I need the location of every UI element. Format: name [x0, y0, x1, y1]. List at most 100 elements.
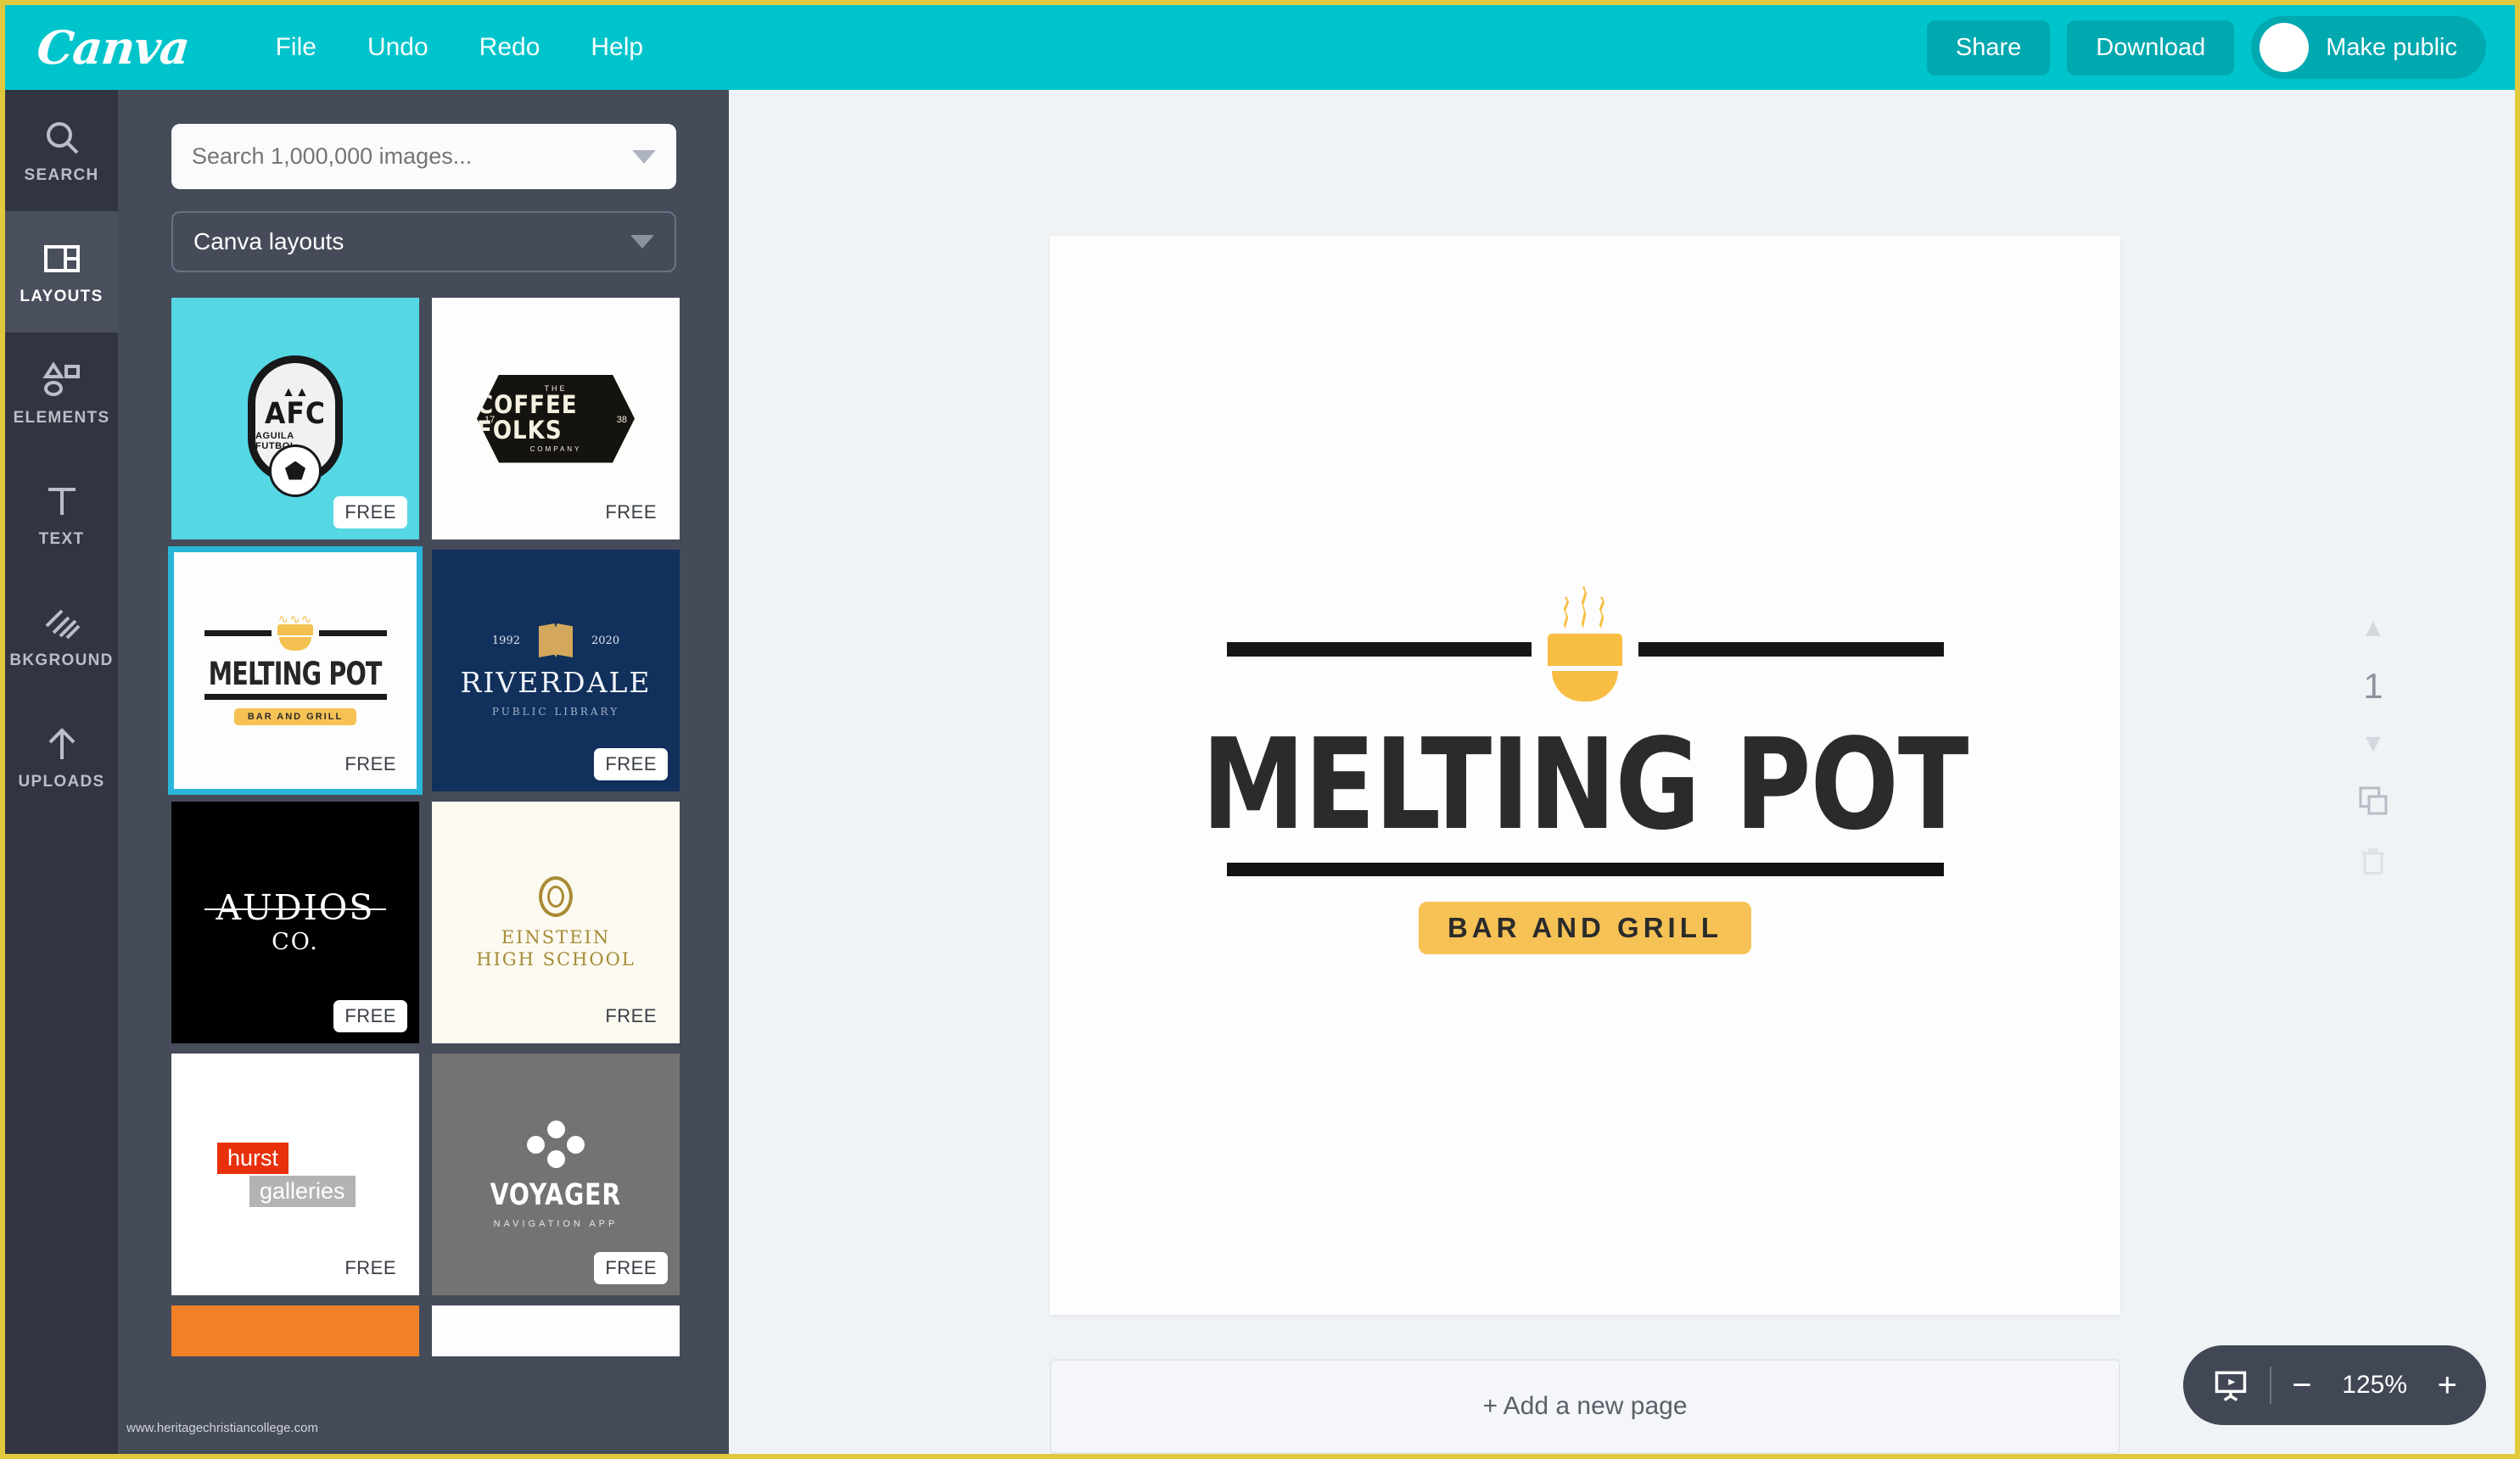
- logo-bar-left: [1226, 641, 1532, 657]
- sidebar-item-elements[interactable]: ELEMENTS: [5, 333, 118, 454]
- melting-pot-tagline: BAR AND GRILL: [233, 708, 357, 726]
- riverdale-top-row: 1992 2020: [492, 623, 619, 657]
- free-badge: FREE: [605, 501, 657, 523]
- hurst-subtitle: galleries: [249, 1175, 356, 1207]
- melting-pot-logo[interactable]: MELTING POT BAR AND GRILL: [1050, 586, 2120, 954]
- book-icon: [539, 623, 573, 657]
- template-thumb-voyager[interactable]: VOYAGER NAVIGATION APP FREE: [432, 1054, 680, 1295]
- sidebar-item-uploads-label: UPLOADS: [18, 772, 105, 791]
- make-public-toggle-knob[interactable]: [2260, 23, 2310, 72]
- sidebar-item-background[interactable]: BKGROUND: [5, 575, 118, 696]
- sidebar-item-background-label: BKGROUND: [9, 651, 114, 669]
- free-badge: FREE: [605, 1005, 657, 1026]
- zoom-controls: − 125% +: [2183, 1345, 2486, 1425]
- search-box[interactable]: [171, 124, 676, 189]
- zoom-in-button[interactable]: +: [2438, 1368, 2457, 1402]
- duplicate-icon[interactable]: [2356, 784, 2390, 818]
- coffee-title: COFFEE FOLKS: [477, 390, 578, 444]
- template-preview: [171, 1305, 419, 1356]
- template-thumb-riverdale[interactable]: 1992 2020 RIVERDALE PUBLIC LIBRARY FREE: [432, 550, 680, 791]
- present-icon[interactable]: [2212, 1367, 2249, 1404]
- audios-subtitle: CO.: [272, 928, 319, 955]
- add-new-page-button[interactable]: + Add a new page: [1050, 1359, 2120, 1454]
- logo-rule: [204, 694, 387, 701]
- einstein-subtitle: HIGH SCHOOL: [476, 948, 636, 970]
- background-icon: [45, 609, 80, 639]
- hurst-title: hurst: [217, 1142, 289, 1174]
- layouts-icon: [43, 244, 80, 272]
- menu-item-file[interactable]: File: [272, 28, 320, 67]
- layout-category-select[interactable]: Canva layouts: [171, 211, 676, 272]
- sidebar-item-search[interactable]: SEARCH: [5, 90, 118, 211]
- voyager-subtitle: NAVIGATION APP: [493, 1218, 619, 1229]
- download-button[interactable]: Download: [2067, 20, 2235, 75]
- logo-title[interactable]: MELTING POT: [1201, 722, 1968, 847]
- template-thumb-hurst-galleries[interactable]: hurst galleries FREE: [171, 1054, 419, 1295]
- compass-dots-icon: [527, 1120, 585, 1168]
- canvas-area: MELTING POT BAR AND GRILL ▲ 1 ▼ + Add a …: [729, 90, 2515, 1454]
- left-icon-rail: SEARCH LAYOUTS ELEMENTS TEXT BKGROUND UP…: [5, 90, 118, 1454]
- template-preview: [432, 1305, 680, 1356]
- trash-icon[interactable]: [2356, 845, 2390, 879]
- template-thumb-afc[interactable]: ▲▲ AFC AGUILA FUTBOL FREE: [171, 298, 419, 539]
- afc-crest-icon: ▲▲ AFC AGUILA FUTBOL: [248, 355, 343, 497]
- chevron-up-icon[interactable]: ▲: [2360, 616, 2386, 641]
- page-tools: ▲ 1 ▼: [2344, 616, 2403, 879]
- menu-item-undo[interactable]: Undo: [364, 28, 432, 67]
- riverdale-subtitle: PUBLIC LIBRARY: [491, 706, 620, 718]
- bowl-bottom: [1552, 671, 1618, 702]
- layouts-panel: Canva layouts ▲▲ AFC AGUILA FUTBOL FREE …: [118, 90, 729, 1454]
- design-page[interactable]: MELTING POT BAR AND GRILL: [1050, 236, 2120, 1315]
- logo-tagline[interactable]: BAR AND GRILL: [1418, 902, 1752, 954]
- free-badge: FREE: [344, 1257, 396, 1278]
- pot-icon: ∿∿∿: [275, 612, 316, 651]
- template-thumb-orange[interactable]: [171, 1305, 419, 1356]
- zoom-level: 125%: [2342, 1371, 2407, 1399]
- menu-item-redo[interactable]: Redo: [476, 28, 544, 67]
- menu-item-help[interactable]: Help: [587, 28, 647, 67]
- template-thumb-audios[interactable]: AUDIOS CO. FREE: [171, 802, 419, 1043]
- melting-pot-top-row: ∿∿∿: [204, 612, 387, 651]
- soccer-ball-icon: [269, 444, 322, 497]
- coffee-year-right: 38: [616, 415, 627, 426]
- sidebar-item-text-label: TEXT: [38, 529, 85, 548]
- free-badge: FREE: [333, 1000, 407, 1032]
- steam-icon: ∿∿∿: [277, 612, 313, 627]
- header-actions: Share Download Make public: [1926, 16, 2486, 79]
- chevron-down-icon[interactable]: ▼: [2360, 731, 2386, 757]
- sidebar-item-layouts[interactable]: LAYOUTS: [5, 211, 118, 333]
- voyager-title: VOYAGER: [490, 1177, 622, 1212]
- layout-category-label: Canva layouts: [193, 228, 344, 254]
- bowl-bottom: [279, 637, 311, 651]
- template-thumb-blank[interactable]: [432, 1305, 680, 1356]
- afc-title: AFC: [265, 396, 326, 431]
- laurel-crest-icon: [539, 875, 573, 917]
- steam-icon: [1563, 586, 1608, 629]
- sidebar-item-search-label: SEARCH: [24, 165, 99, 184]
- coffee-subtitle: COMPANY: [529, 444, 582, 453]
- search-input[interactable]: [192, 143, 632, 170]
- audios-title: AUDIOS: [204, 886, 387, 928]
- chevron-down-icon[interactable]: [632, 149, 656, 164]
- riverdale-year-right: 2020: [591, 634, 620, 647]
- make-public-label: Make public: [2326, 33, 2457, 61]
- sidebar-item-text[interactable]: TEXT: [5, 454, 118, 575]
- watermark-text: www.heritagechristiancollege.com: [126, 1421, 318, 1435]
- riverdale-title: RIVERDALE: [460, 666, 652, 699]
- template-thumb-einstein[interactable]: EINSTEIN HIGH SCHOOL FREE: [432, 802, 680, 1043]
- riverdale-year-left: 1992: [491, 634, 520, 647]
- bowl-top: [277, 624, 313, 636]
- sidebar-item-uploads[interactable]: UPLOADS: [5, 696, 118, 818]
- template-thumb-coffee-folks[interactable]: 17 38 THE COFFEE FOLKS COMPANY FREE: [432, 298, 680, 539]
- make-public-toggle-group[interactable]: Make public: [2251, 16, 2486, 79]
- zoom-out-button[interactable]: −: [2292, 1368, 2311, 1402]
- template-thumb-melting-pot[interactable]: ∿∿∿ MELTING POT BAR AND GRILL FREE: [168, 546, 423, 795]
- logo-bar-left: [204, 630, 272, 636]
- melting-pot-title: MELTING POT: [208, 656, 383, 693]
- chevron-down-icon[interactable]: [630, 235, 654, 249]
- einstein-title: EINSTEIN: [501, 926, 611, 948]
- canva-logo[interactable]: Canva: [35, 20, 192, 75]
- logo-bar-right: [319, 630, 387, 636]
- free-badge: FREE: [594, 1252, 668, 1284]
- share-button[interactable]: Share: [1926, 20, 2051, 75]
